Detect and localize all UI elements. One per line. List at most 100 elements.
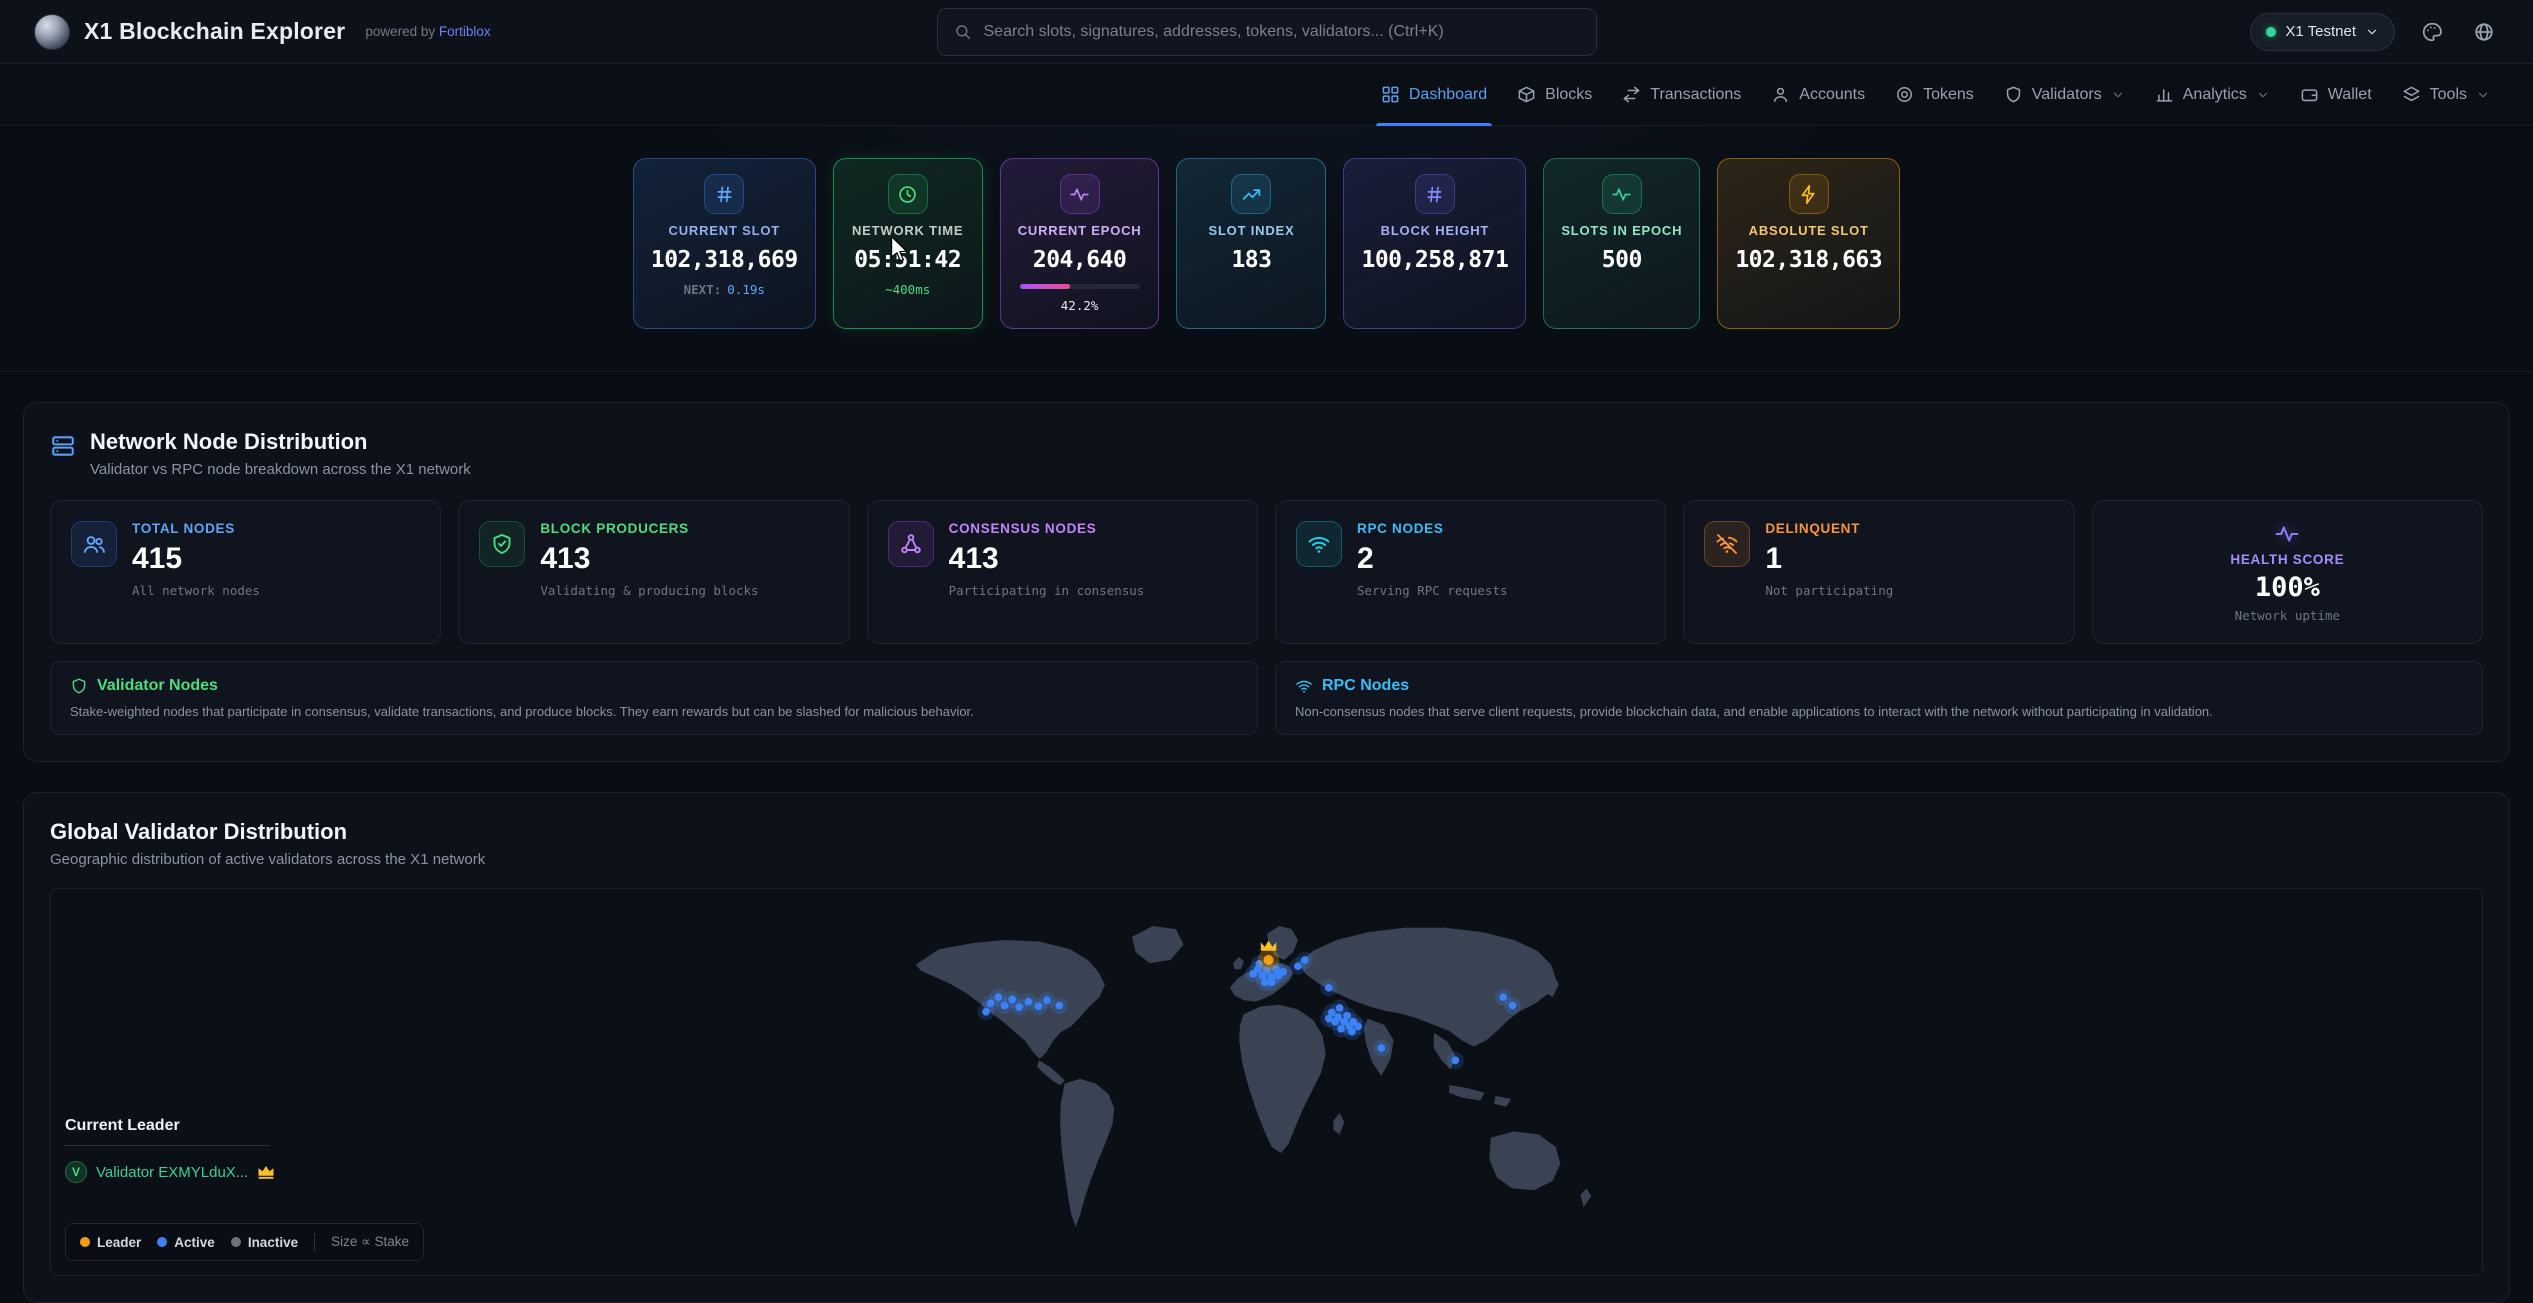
wifi-off-icon — [1704, 521, 1750, 567]
map-legend: Leader Active Inactive Size ∝ Stake — [65, 1223, 424, 1261]
network-selector[interactable]: X1 Testnet — [2250, 13, 2395, 51]
epoch-progress-fill — [1020, 284, 1071, 289]
nav-label: Tools — [2430, 86, 2467, 104]
node-value: 100% — [2255, 572, 2320, 603]
node-value: 1 — [1765, 543, 1893, 575]
nav-tokens[interactable]: Tokens — [1880, 64, 1989, 125]
section-subtitle: Validator vs RPC node breakdown across t… — [90, 461, 471, 478]
node-desc: Network uptime — [2235, 608, 2340, 623]
nav-label: Accounts — [1799, 86, 1865, 104]
globe-icon — [2473, 21, 2495, 43]
server-icon — [50, 433, 76, 478]
active-dot-icon — [157, 1237, 167, 1247]
stat-card-current-epoch: CURRENT EPOCH 204,640 42.2% — [1000, 158, 1160, 329]
info-title: Validator Nodes — [97, 677, 218, 695]
node-label: RPC NODES — [1357, 521, 1508, 536]
node-desc: Participating in consensus — [949, 583, 1145, 598]
shield-icon — [70, 677, 88, 695]
stat-label: SLOT INDEX — [1208, 223, 1294, 238]
hash-icon — [1415, 174, 1455, 214]
nav-validators[interactable]: Validators — [1989, 64, 2140, 125]
section-subtitle: Geographic distribution of active valida… — [50, 851, 2483, 868]
stat-value: 102,318,663 — [1735, 247, 1882, 273]
stat-value: 183 — [1231, 247, 1271, 273]
node-desc: All network nodes — [132, 583, 260, 598]
node-desc: Not participating — [1765, 583, 1893, 598]
trending-up-icon — [1231, 174, 1271, 214]
crown-icon — [257, 1164, 275, 1180]
stat-value: 204,640 — [1033, 247, 1126, 273]
node-value: 413 — [949, 543, 1145, 575]
main-nav: Dashboard Blocks Transactions Accounts T… — [0, 64, 2533, 126]
dashboard-icon — [1381, 85, 1400, 104]
node-value: 2 — [1357, 543, 1508, 575]
network-node-distribution-panel: Network Node Distribution Validator vs R… — [23, 402, 2510, 762]
node-label: BLOCK PRODUCERS — [540, 521, 758, 536]
nav-wallet[interactable]: Wallet — [2285, 64, 2387, 125]
node-card-rpc-nodes: RPC NODES 2 Serving RPC requests — [1275, 500, 1666, 644]
nav-tools[interactable]: Tools — [2387, 64, 2505, 125]
nav-label: Tokens — [1923, 86, 1974, 104]
stat-label: CURRENT EPOCH — [1018, 223, 1142, 238]
search-input[interactable] — [984, 23, 1580, 41]
hero-stats-section: CURRENT SLOT 102,318,669 NEXT: 0.19s NET… — [0, 126, 2533, 372]
search-icon — [954, 23, 972, 41]
palette-icon — [2421, 21, 2443, 43]
node-label: CONSENSUS NODES — [949, 521, 1145, 536]
nav-analytics[interactable]: Analytics — [2140, 64, 2285, 125]
section-title: Network Node Distribution — [90, 429, 471, 455]
nav-label: Blocks — [1545, 86, 1592, 104]
info-desc: Non-consensus nodes that serve client re… — [1295, 704, 2463, 719]
leader-dot-icon — [80, 1237, 90, 1247]
layers-icon — [2402, 85, 2421, 104]
swap-arrows-icon — [1622, 85, 1641, 104]
powered-by: powered by Fortiblox — [365, 24, 490, 39]
stat-card-slot-index: SLOT INDEX 183 — [1176, 158, 1326, 329]
stat-label: CURRENT SLOT — [669, 223, 780, 238]
leader-validator-link[interactable]: Validator EXMYLduX... — [96, 1164, 248, 1181]
wallet-icon — [2300, 85, 2319, 104]
language-button[interactable] — [2469, 17, 2499, 47]
network-name: X1 Testnet — [2285, 23, 2356, 40]
wifi-icon — [1295, 677, 1313, 695]
users-icon — [71, 521, 117, 567]
stat-value: 100,258,871 — [1361, 247, 1508, 273]
legend-inactive: Inactive — [231, 1235, 298, 1250]
legend-note: Size ∝ Stake — [331, 1234, 409, 1250]
stat-sub: 42.2% — [1061, 298, 1099, 313]
cube-icon — [1517, 85, 1536, 104]
nav-blocks[interactable]: Blocks — [1502, 64, 1607, 125]
world-map-svg — [871, 889, 1663, 1275]
rpc-nodes-info: RPC Nodes Non-consensus nodes that serve… — [1275, 661, 2483, 735]
validator-nodes-info: Validator Nodes Stake-weighted nodes tha… — [50, 661, 1258, 735]
chevron-down-icon — [2111, 88, 2125, 102]
world-map: Current Leader V Validator EXMYLduX... L… — [50, 888, 2483, 1276]
chevron-down-icon — [2365, 25, 2379, 39]
app-logo[interactable] — [34, 14, 70, 50]
nav-transactions[interactable]: Transactions — [1607, 64, 1756, 125]
node-card-block-producers: BLOCK PRODUCERS 413 Validating & produci… — [458, 500, 849, 644]
stat-card-slots-in-epoch: SLOTS IN EPOCH 500 — [1543, 158, 1700, 329]
node-label: HEALTH SCORE — [2230, 552, 2344, 567]
node-card-total-nodes: TOTAL NODES 415 All network nodes — [50, 500, 441, 644]
stat-label: BLOCK HEIGHT — [1381, 223, 1490, 238]
nav-accounts[interactable]: Accounts — [1756, 64, 1880, 125]
fortiblox-link[interactable]: Fortiblox — [439, 24, 491, 39]
search-bar[interactable] — [937, 8, 1597, 56]
stat-sub: NEXT: 0.19s — [684, 282, 765, 297]
pulse-icon — [1602, 174, 1642, 214]
theme-button[interactable] — [2417, 17, 2447, 47]
shield-icon — [2004, 85, 2023, 104]
node-card-consensus-nodes: CONSENSUS NODES 413 Participating in con… — [867, 500, 1258, 644]
global-validator-distribution-panel: Global Validator Distribution Geographic… — [23, 792, 2510, 1303]
section-title: Global Validator Distribution — [50, 819, 2483, 845]
shield-check-icon — [479, 521, 525, 567]
app-title: X1 Blockchain Explorer — [84, 18, 345, 45]
stat-label: ABSOLUTE SLOT — [1749, 223, 1869, 238]
nav-dashboard[interactable]: Dashboard — [1366, 64, 1502, 125]
stat-sub: ~400ms — [885, 282, 930, 297]
current-leader-block: Current Leader V Validator EXMYLduX... — [65, 1117, 275, 1183]
stat-value: 05:51:42 — [854, 247, 961, 273]
legend-leader: Leader — [80, 1235, 141, 1250]
nav-label: Validators — [2032, 86, 2102, 104]
